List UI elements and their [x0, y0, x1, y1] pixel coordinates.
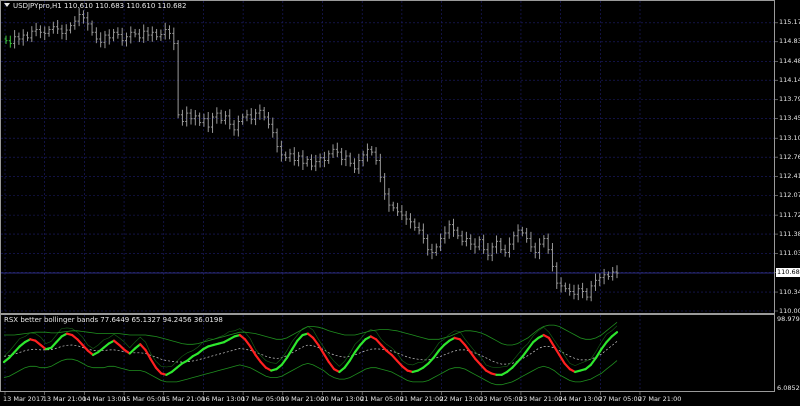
time-tick-label: 27 Mar 05:00	[598, 395, 642, 403]
time-tick-label: 13 Mar 2017	[3, 395, 45, 403]
time-tick-label: 13 Mar 21:00	[42, 395, 87, 403]
indicator-tick-label: 98.9793	[777, 315, 800, 323]
symbol-header: USDJPYpro,H1 110.610 110.683 110.610 110…	[4, 2, 186, 10]
price-tick-label: 114.480	[779, 56, 800, 65]
price-tick-label: 111.380	[779, 229, 800, 238]
indicator-tick-label: 6.08524	[777, 384, 800, 392]
price-tick-label: 112.070	[779, 191, 800, 200]
time-tick-label: 16 Mar 13:00	[201, 395, 245, 403]
time-tick-label: 27 Mar 21:00	[638, 395, 682, 403]
price-tick-label: 110.340	[779, 287, 800, 296]
price-tick-label: 112.760	[779, 152, 800, 161]
time-tick-label: 22 Mar 13:00	[439, 395, 483, 403]
current-price-tag: 110.682	[776, 268, 800, 278]
time-tick-label: 21 Mar 05:00	[360, 395, 404, 403]
time-tick-label: 14 Mar 13:00	[82, 395, 126, 403]
time-tick-label: 17 Mar 05:00	[241, 395, 285, 403]
price-tick-label: 112.410	[779, 172, 800, 181]
price-tick-label: 113.450	[779, 114, 800, 123]
time-tick-label: 24 Mar 13:00	[558, 395, 603, 403]
time-tick-label: 23 Mar 05:00	[479, 395, 523, 403]
price-tick-label: 111.720	[779, 210, 800, 219]
time-tick-label: 19 Mar 21:00	[280, 395, 325, 403]
price-tick-label: 115.170	[779, 18, 800, 27]
indicator-frame	[0, 314, 775, 392]
time-tick-label: 23 Mar 21:00	[518, 395, 563, 403]
symbol-line: USDJPYpro,H1 110.610 110.683 110.610 110…	[13, 2, 187, 10]
time-tick-label: 20 Mar 13:00	[320, 395, 364, 403]
price-tick-label: 111.030	[779, 249, 800, 258]
chart-window[interactable]: USDJPYpro,H1 110.610 110.683 110.610 110…	[0, 0, 800, 406]
price-tick-label: 110.000	[779, 306, 800, 315]
price-tick-label: 114.140	[779, 75, 800, 84]
price-tick-label: 113.790	[779, 95, 800, 104]
time-tick-label: 15 Mar 21:00	[161, 395, 206, 403]
price-tick-label: 113.100	[779, 133, 800, 142]
price-tick-label: 114.830	[779, 37, 800, 46]
dropdown-triangle-icon[interactable]	[4, 3, 10, 7]
time-tick-label: 15 Mar 05:00	[122, 395, 166, 403]
main-chart-frame	[0, 0, 775, 314]
time-tick-label: 21 Mar 21:00	[399, 395, 444, 403]
indicator-header: RSX better bollinger bands 77.6449 65.13…	[4, 316, 223, 324]
